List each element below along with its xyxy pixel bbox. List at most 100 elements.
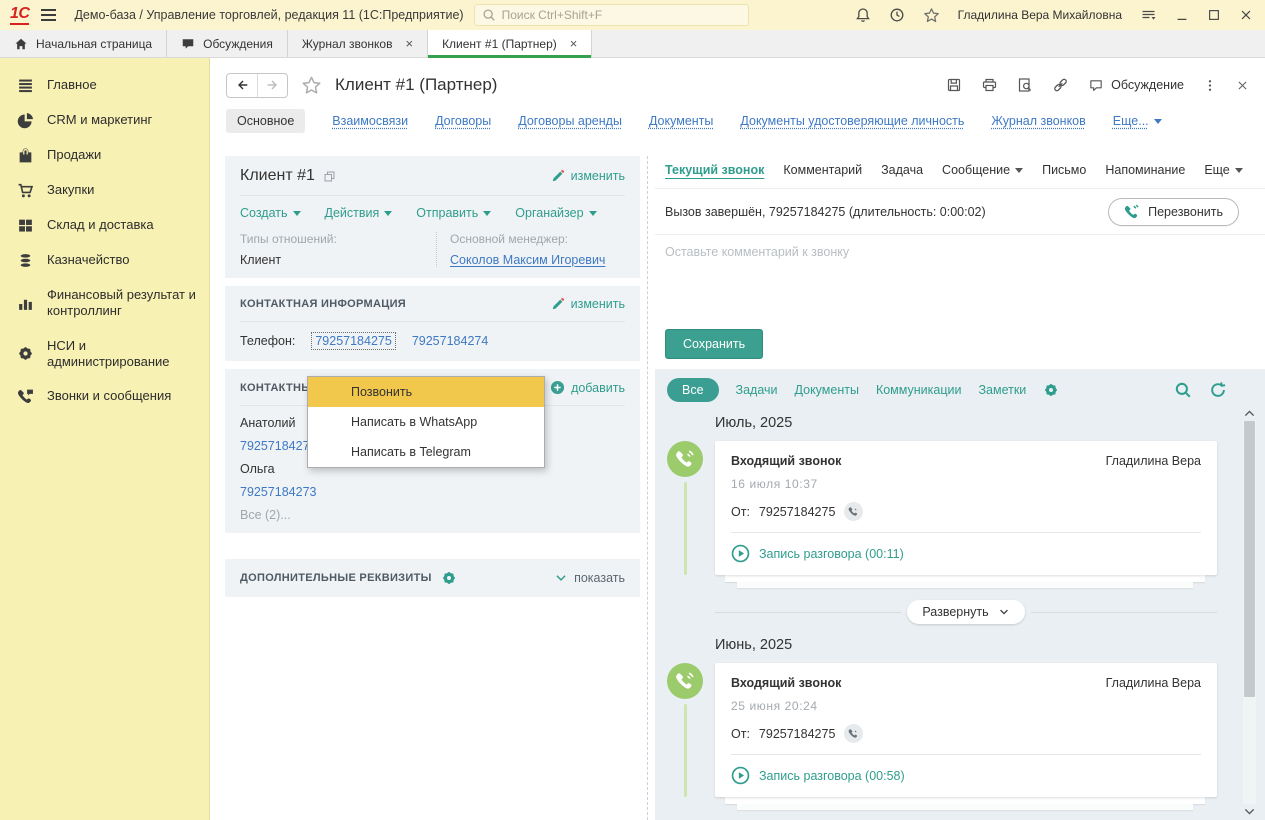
tab-letter[interactable]: Письмо bbox=[1042, 163, 1086, 177]
maximize-window-icon[interactable] bbox=[1207, 8, 1221, 22]
preview-icon[interactable] bbox=[1017, 77, 1033, 93]
scrollbar-thumb[interactable] bbox=[1244, 421, 1255, 697]
sidebar-item-purchases[interactable]: Закупки bbox=[0, 173, 209, 208]
sidebar-item-finance[interactable]: Финансовый результат и контроллинг bbox=[0, 278, 209, 329]
save-icon[interactable] bbox=[946, 77, 962, 93]
call-recording-link[interactable]: Запись разговора (00:11) bbox=[731, 544, 1201, 563]
settings-gear-icon[interactable] bbox=[441, 570, 457, 586]
discussion-button[interactable]: Обсуждение bbox=[1088, 78, 1184, 93]
timeline-connector bbox=[684, 482, 687, 575]
expand-button[interactable]: Развернуть bbox=[907, 600, 1024, 624]
tab-call-log[interactable]: Журнал звонков × bbox=[288, 30, 428, 57]
tab-client-card[interactable]: Клиент #1 (Партнер) × bbox=[428, 30, 592, 57]
filter-all[interactable]: Все bbox=[667, 378, 719, 402]
menu-item-telegram[interactable]: Написать в Telegram bbox=[308, 437, 544, 467]
menu-organizer[interactable]: Органайзер bbox=[515, 206, 596, 220]
phone-chip-icon[interactable] bbox=[844, 502, 863, 521]
add-contact-person-link[interactable]: добавить bbox=[550, 380, 625, 395]
phone-link-2[interactable]: 79257184274 bbox=[412, 334, 488, 348]
tab-close-icon[interactable]: × bbox=[570, 37, 578, 50]
sidebar-item-admin[interactable]: НСИ и администрирование bbox=[0, 329, 209, 380]
chevron-down-icon bbox=[293, 211, 301, 216]
relation-type-label: Типы отношений: bbox=[240, 232, 436, 246]
tab-home[interactable]: Начальная страница bbox=[0, 30, 167, 57]
more-kebab-icon[interactable] bbox=[1203, 78, 1217, 93]
sidebar-item-warehouse[interactable]: Склад и доставка bbox=[0, 208, 209, 243]
scroll-up-icon[interactable] bbox=[1244, 409, 1255, 418]
nav-link-call-log[interactable]: Журнал звонков bbox=[991, 114, 1085, 128]
panel-splitter[interactable] bbox=[640, 156, 655, 820]
menu-item-call[interactable]: Позвонить bbox=[308, 377, 544, 407]
save-button[interactable]: Сохранить bbox=[665, 329, 763, 359]
show-attributes-link[interactable]: показать bbox=[554, 571, 625, 585]
main-menu-icon[interactable] bbox=[39, 5, 58, 25]
client-action-menus: Создать Действия Отправить Органайзер bbox=[240, 206, 625, 220]
sidebar-item-label: Закупки bbox=[47, 182, 94, 198]
scroll-down-icon[interactable] bbox=[1244, 807, 1255, 816]
sidebar-item-sales[interactable]: Продажи bbox=[0, 138, 209, 173]
chat-icon bbox=[181, 37, 195, 51]
back-button[interactable] bbox=[227, 74, 257, 97]
close-form-icon[interactable] bbox=[1236, 79, 1249, 92]
call-recording-link[interactable]: Запись разговора (00:58) bbox=[731, 766, 1201, 785]
copy-icon[interactable] bbox=[323, 170, 336, 183]
nav-link-relations[interactable]: Взаимосвязи bbox=[332, 114, 408, 128]
menu-actions[interactable]: Действия bbox=[325, 206, 393, 220]
contact-person-phone[interactable]: 79257184273 bbox=[240, 485, 625, 499]
edit-client-link[interactable]: изменить bbox=[551, 169, 625, 183]
service-menu-icon[interactable] bbox=[1140, 7, 1157, 23]
current-user-name[interactable]: Гладилина Вера Михайловна bbox=[958, 8, 1122, 22]
tab-comment[interactable]: Комментарий bbox=[783, 163, 862, 177]
manager-link[interactable]: Соколов Максим Игоревич bbox=[450, 253, 625, 267]
show-all-contacts-link[interactable]: Все (2)... bbox=[240, 508, 625, 522]
minimize-window-icon[interactable] bbox=[1175, 8, 1189, 22]
menu-item-whatsapp[interactable]: Написать в WhatsApp bbox=[308, 407, 544, 437]
scrollbar-track[interactable] bbox=[1243, 421, 1256, 804]
close-window-icon[interactable] bbox=[1239, 8, 1253, 22]
favorite-star-icon[interactable] bbox=[301, 75, 322, 96]
search-input[interactable] bbox=[502, 8, 741, 22]
nav-link-contracts[interactable]: Договоры bbox=[435, 114, 491, 128]
sidebar-item-treasury[interactable]: Казначейство bbox=[0, 243, 209, 278]
sidebar-item-crm[interactable]: CRM и маркетинг bbox=[0, 103, 209, 138]
nav-link-id-documents[interactable]: Документы удостоверяющие личность bbox=[740, 114, 964, 128]
tab-reminder[interactable]: Напоминание bbox=[1105, 163, 1185, 177]
menu-send[interactable]: Отправить bbox=[416, 206, 491, 220]
call-comment-input[interactable] bbox=[665, 245, 1255, 319]
call-card[interactable]: Входящий звонок Гладилина Вера 16 июля 1… bbox=[715, 441, 1217, 575]
timeline-search-icon[interactable] bbox=[1174, 381, 1192, 399]
edit-contact-info-link[interactable]: изменить bbox=[551, 297, 625, 311]
tab-task[interactable]: Задача bbox=[881, 163, 923, 177]
favorites-star-icon[interactable] bbox=[923, 7, 940, 24]
filter-tasks[interactable]: Задачи bbox=[736, 383, 778, 397]
notifications-bell-icon[interactable] bbox=[855, 7, 871, 23]
filter-documents[interactable]: Документы bbox=[795, 383, 859, 397]
menu-create[interactable]: Создать bbox=[240, 206, 301, 220]
sidebar-item-calls[interactable]: Звонки и сообщения bbox=[0, 379, 209, 414]
phone-link-1[interactable]: 79257184275 bbox=[311, 332, 395, 350]
sidebar-item-main[interactable]: Главное bbox=[0, 68, 209, 103]
callback-button[interactable]: Перезвонить bbox=[1108, 198, 1239, 226]
tab-message[interactable]: Сообщение bbox=[942, 163, 1023, 177]
tab-discussions[interactable]: Обсуждения bbox=[167, 30, 288, 57]
call-card[interactable]: Входящий звонок Гладилина Вера 25 июня 2… bbox=[715, 663, 1217, 797]
filter-communications[interactable]: Коммуникации bbox=[876, 383, 962, 397]
global-search[interactable] bbox=[474, 4, 749, 26]
tab-more[interactable]: Еще bbox=[1204, 163, 1242, 177]
filter-notes[interactable]: Заметки bbox=[978, 383, 1026, 397]
nav-link-more[interactable]: Еще... bbox=[1113, 114, 1162, 128]
tab-current-call[interactable]: Текущий звонок bbox=[665, 163, 764, 177]
timeline-scrollbar[interactable] bbox=[1242, 409, 1256, 816]
filter-settings-gear-icon[interactable] bbox=[1043, 382, 1059, 398]
print-icon[interactable] bbox=[981, 77, 998, 93]
forward-button[interactable] bbox=[257, 74, 287, 97]
link-icon[interactable] bbox=[1052, 77, 1069, 93]
history-icon[interactable] bbox=[889, 7, 905, 23]
nav-link-lease[interactable]: Договоры аренды bbox=[518, 114, 622, 128]
pencil-icon bbox=[551, 297, 565, 311]
phone-chip-icon[interactable] bbox=[844, 724, 863, 743]
nav-link-main[interactable]: Основное bbox=[226, 109, 305, 133]
refresh-icon[interactable] bbox=[1209, 381, 1227, 399]
nav-link-documents[interactable]: Документы bbox=[649, 114, 713, 128]
tab-close-icon[interactable]: × bbox=[405, 37, 413, 50]
